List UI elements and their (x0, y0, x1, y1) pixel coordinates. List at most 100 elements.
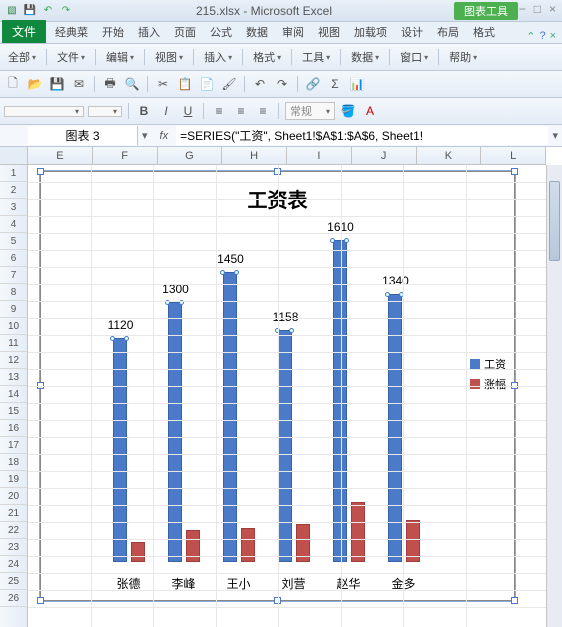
bar-series1[interactable] (223, 272, 237, 562)
menu-file[interactable]: 文件▾ (53, 49, 89, 65)
tab-formula[interactable]: 公式 (203, 21, 239, 43)
namebox-dropdown-icon[interactable]: ▾ (138, 129, 152, 142)
fx-icon[interactable]: fx (152, 130, 177, 142)
align-left-icon[interactable]: ≡ (210, 102, 228, 120)
row-header[interactable]: 26 (0, 590, 27, 607)
menu-tools[interactable]: 工具▾ (298, 49, 334, 65)
font-color-icon[interactable]: A (361, 102, 379, 120)
underline-icon[interactable]: U (179, 102, 197, 120)
open-icon[interactable]: 📂 (26, 75, 44, 93)
menu-help[interactable]: 帮助▾ (445, 49, 481, 65)
menu-data[interactable]: 数据▾ (347, 49, 383, 65)
chart-icon[interactable]: 📊 (348, 75, 366, 93)
bar-series2[interactable] (186, 530, 200, 562)
row-header[interactable]: 5 (0, 233, 27, 250)
row-header[interactable]: 18 (0, 454, 27, 471)
resize-handle-icon[interactable] (274, 168, 281, 175)
link-icon[interactable]: 🔗 (304, 75, 322, 93)
row-header[interactable]: 10 (0, 318, 27, 335)
undo-icon[interactable]: ↶ (251, 75, 269, 93)
worksheet-grid[interactable]: EFGHIJKL 1234567891011121314151617181920… (0, 147, 562, 627)
resize-handle-icon[interactable] (274, 597, 281, 604)
column-header[interactable]: H (222, 147, 287, 164)
column-header[interactable]: I (287, 147, 352, 164)
row-header[interactable]: 13 (0, 369, 27, 386)
tab-page[interactable]: 页面 (167, 21, 203, 43)
number-format-select[interactable]: 常规▾ (285, 102, 335, 120)
row-header[interactable]: 21 (0, 505, 27, 522)
row-header[interactable]: 3 (0, 199, 27, 216)
name-box[interactable]: 图表 3 (28, 126, 138, 145)
expand-formula-icon[interactable]: ▾ (548, 129, 562, 142)
resize-handle-icon[interactable] (37, 168, 44, 175)
bar-series1[interactable] (333, 240, 347, 562)
align-center-icon[interactable]: ≡ (232, 102, 250, 120)
menu-view[interactable]: 视图▾ (151, 49, 187, 65)
window-close-icon[interactable]: × (550, 30, 556, 43)
close-icon[interactable]: × (549, 2, 556, 16)
new-icon[interactable]: 🗋 (4, 75, 22, 93)
resize-handle-icon[interactable] (37, 597, 44, 604)
bar-series1[interactable] (278, 330, 292, 562)
tab-design[interactable]: 设计 (394, 21, 430, 43)
redo-icon[interactable]: ↷ (58, 3, 74, 19)
tab-addins[interactable]: 加载项 (347, 21, 394, 43)
row-header[interactable]: 9 (0, 301, 27, 318)
tab-view[interactable]: 视图 (311, 21, 347, 43)
row-header[interactable]: 4 (0, 216, 27, 233)
row-header[interactable]: 7 (0, 267, 27, 284)
tab-classic[interactable]: 经典菜 (48, 21, 95, 43)
row-header[interactable]: 23 (0, 539, 27, 556)
row-header[interactable]: 15 (0, 403, 27, 420)
vertical-scrollbar[interactable] (546, 165, 562, 627)
bar-series1[interactable] (113, 338, 127, 562)
paste-icon[interactable]: 📄 (198, 75, 216, 93)
row-header[interactable]: 25 (0, 573, 27, 590)
scrollbar-thumb[interactable] (549, 181, 560, 261)
tab-data[interactable]: 数据 (239, 21, 275, 43)
save-icon[interactable]: 💾 (48, 75, 66, 93)
tab-layout[interactable]: 布局 (430, 21, 466, 43)
row-header[interactable]: 12 (0, 352, 27, 369)
italic-icon[interactable]: I (157, 102, 175, 120)
row-header[interactable]: 8 (0, 284, 27, 301)
copy-icon[interactable]: 📋 (176, 75, 194, 93)
bar-series1[interactable] (168, 302, 182, 562)
help-icon[interactable]: ? (539, 30, 545, 43)
sum-icon[interactable]: Σ (326, 75, 344, 93)
row-header[interactable]: 1 (0, 165, 27, 182)
resize-handle-icon[interactable] (511, 168, 518, 175)
row-header[interactable]: 2 (0, 182, 27, 199)
menu-window[interactable]: 窗口▾ (396, 49, 432, 65)
column-header[interactable]: G (158, 147, 223, 164)
row-header[interactable]: 22 (0, 522, 27, 539)
maximize-icon[interactable]: □ (534, 2, 541, 16)
formula-input[interactable]: =SERIES("工资", Sheet1!$A$1:$A$6, Sheet1! (176, 126, 548, 145)
column-header[interactable]: J (352, 147, 417, 164)
menu-insert[interactable]: 插入▾ (200, 49, 236, 65)
row-header[interactable]: 16 (0, 420, 27, 437)
bar-series2[interactable] (351, 502, 365, 562)
format-painter-icon[interactable]: 🖌 (220, 75, 238, 93)
bar-series2[interactable] (131, 542, 145, 562)
legend-item[interactable]: 涨幅 (470, 376, 506, 392)
row-header[interactable]: 11 (0, 335, 27, 352)
resize-handle-icon[interactable] (511, 597, 518, 604)
column-header[interactable]: E (28, 147, 93, 164)
row-header[interactable]: 24 (0, 556, 27, 573)
cut-icon[interactable]: ✂ (154, 75, 172, 93)
chart-tools-tab[interactable]: 图表工具 (454, 2, 518, 20)
minimize-ribbon-icon[interactable]: ⌃ (526, 30, 535, 43)
row-header[interactable]: 20 (0, 488, 27, 505)
cells-area[interactable]: 工资表 1120张德1300李峰1450王小1158刘营1610赵华1340金多… (28, 165, 546, 627)
column-header[interactable]: F (93, 147, 158, 164)
chart-legend[interactable]: 工资 涨幅 (470, 352, 506, 396)
mail-icon[interactable]: ✉ (70, 75, 88, 93)
tab-review[interactable]: 审阅 (275, 21, 311, 43)
tab-format[interactable]: 格式 (466, 21, 502, 43)
bold-icon[interactable]: B (135, 102, 153, 120)
redo-icon[interactable]: ↷ (273, 75, 291, 93)
column-header[interactable]: L (481, 147, 546, 164)
row-header[interactable]: 6 (0, 250, 27, 267)
menu-format[interactable]: 格式▾ (249, 49, 285, 65)
